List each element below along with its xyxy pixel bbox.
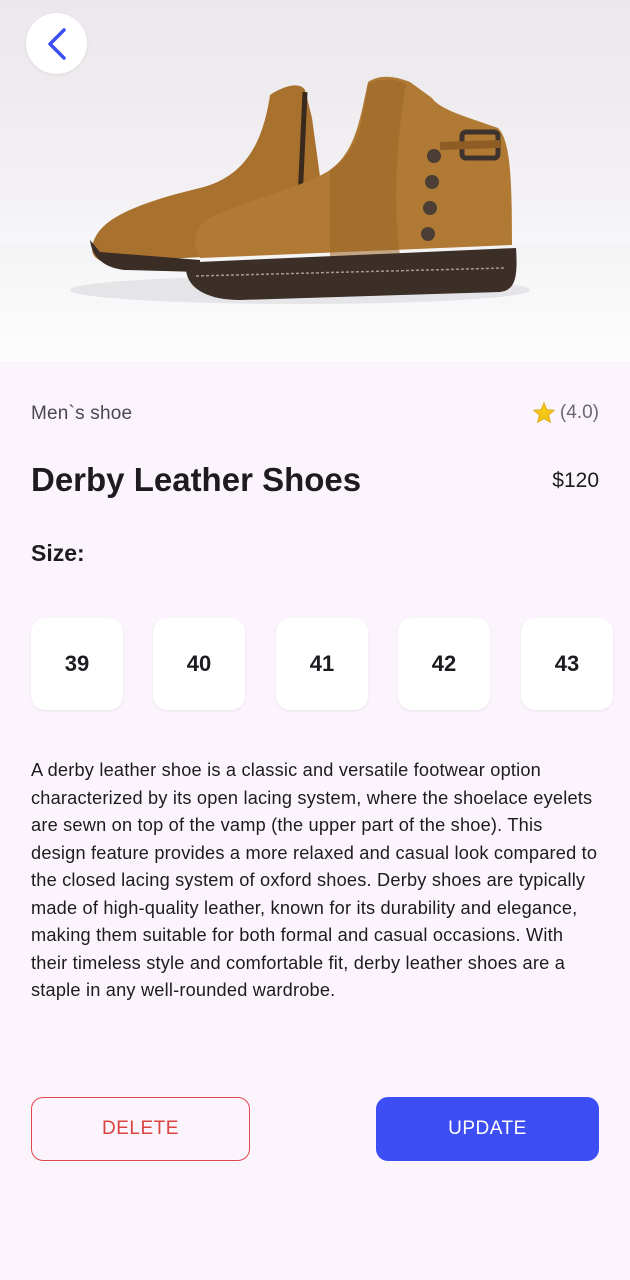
size-option-41[interactable]: 41 [276,618,368,710]
star-icon [532,401,556,424]
delete-button[interactable]: DELETE [31,1097,250,1161]
size-selector: 39 40 41 42 43 [31,618,613,710]
size-option-42[interactable]: 42 [398,618,490,710]
product-description: A derby leather shoe is a classic and ve… [31,760,598,1000]
size-option-39[interactable]: 39 [31,618,123,710]
product-category: Men`s shoe [31,403,133,424]
update-button[interactable]: UPDATE [376,1097,599,1161]
size-label: Size: [31,540,85,566]
size-option-43[interactable]: 43 [521,618,613,710]
size-option-40[interactable]: 40 [153,618,245,710]
product-title: Derby Leather Shoes [31,461,362,498]
back-button[interactable] [26,13,87,74]
product-rating: (4.0) [532,401,599,425]
product-price: $120 [552,469,599,492]
rating-value: (4.0) [559,402,599,423]
product-image [0,0,630,361]
chevron-left-icon [47,27,66,60]
shoes-illustration [70,76,530,304]
